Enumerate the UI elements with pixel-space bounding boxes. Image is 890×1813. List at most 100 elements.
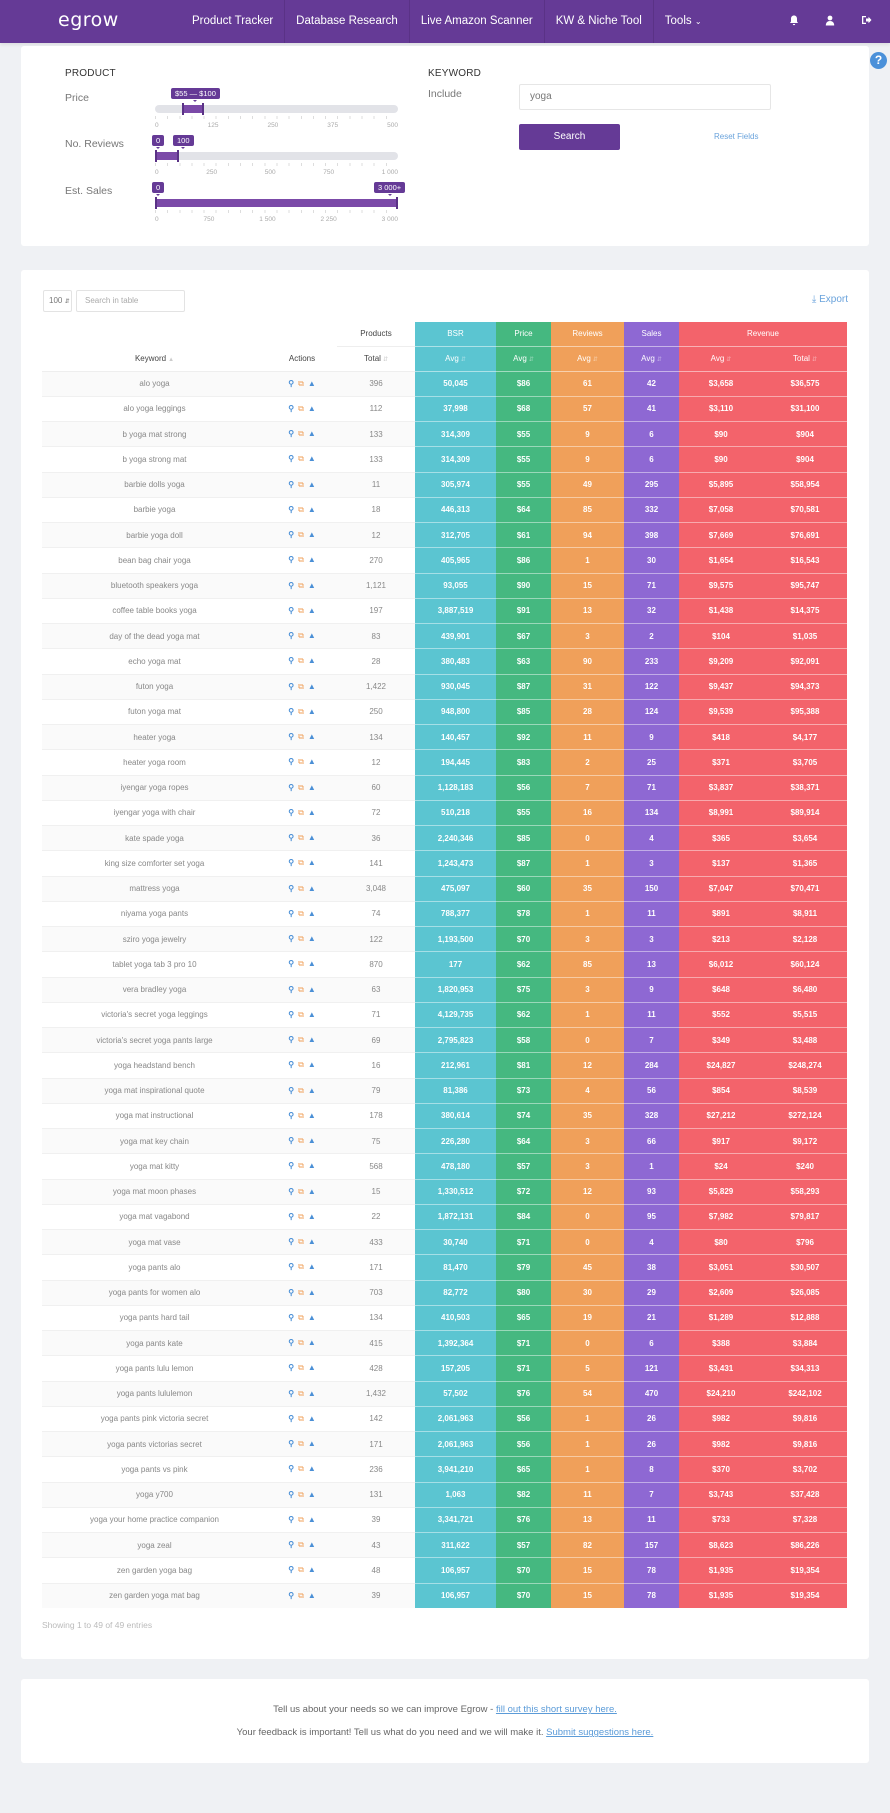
area-chart-icon[interactable]: ▲ [308,1060,316,1069]
search-amazon-icon[interactable]: ⚲ [288,1136,294,1145]
keyword-cell[interactable]: iyengar yoga ropes [42,774,267,801]
keyword-cell[interactable]: yoga mat vagabond [42,1203,267,1230]
external-link-icon[interactable]: ⧉ [298,909,304,919]
search-amazon-icon[interactable]: ⚲ [288,1591,294,1600]
keyword-cell[interactable]: heater yoga room [42,749,267,775]
help-icon[interactable]: ? [870,52,887,69]
external-link-icon[interactable]: ⧉ [298,480,304,490]
external-link-icon[interactable]: ⧉ [298,379,304,389]
external-link-icon[interactable]: ⧉ [298,1111,304,1121]
area-chart-icon[interactable]: ▲ [308,808,316,817]
search-amazon-icon[interactable]: ⚲ [288,1288,294,1297]
search-amazon-icon[interactable]: ⚲ [288,1237,294,1246]
area-chart-icon[interactable]: ▲ [308,1591,316,1600]
keyword-cell[interactable]: sziro yoga jewelry [42,925,267,952]
keyword-cell[interactable]: yoga mat moon phases [42,1178,267,1205]
area-chart-icon[interactable]: ▲ [308,732,316,741]
area-chart-icon[interactable]: ▲ [308,1086,316,1095]
revenue-total-column-header[interactable]: Total ⇵ [763,346,847,372]
nav-product-tracker[interactable]: Product Tracker [181,0,286,43]
keyword-cell[interactable]: victoria's secret yoga leggings [42,1001,267,1028]
keyword-cell[interactable]: barbie yoga doll [42,521,267,548]
area-chart-icon[interactable]: ▲ [308,858,316,867]
search-amazon-icon[interactable]: ⚲ [288,1439,294,1448]
area-chart-icon[interactable]: ▲ [308,909,316,918]
area-chart-icon[interactable]: ▲ [308,934,316,943]
external-link-icon[interactable]: ⧉ [298,656,304,666]
area-chart-icon[interactable]: ▲ [308,1515,316,1524]
area-chart-icon[interactable]: ▲ [308,1237,316,1246]
external-link-icon[interactable]: ⧉ [298,1010,304,1020]
area-chart-icon[interactable]: ▲ [308,1338,316,1347]
search-amazon-icon[interactable]: ⚲ [288,656,294,665]
area-chart-icon[interactable]: ▲ [308,555,316,564]
keyword-cell[interactable]: zen garden yoga bag [42,1557,267,1583]
keyword-cell[interactable]: alo yoga leggings [42,395,267,422]
table-search-input[interactable]: Search in table [76,290,185,312]
area-chart-icon[interactable]: ▲ [308,1035,316,1044]
search-amazon-icon[interactable]: ⚲ [288,1212,294,1221]
keyword-cell[interactable]: heater yoga [42,723,267,750]
search-amazon-icon[interactable]: ⚲ [288,454,294,463]
area-chart-icon[interactable]: ▲ [308,1565,316,1574]
external-link-icon[interactable]: ⧉ [298,1060,304,1070]
external-link-icon[interactable]: ⧉ [298,1439,304,1449]
search-amazon-icon[interactable]: ⚲ [288,808,294,817]
price-slider-range[interactable] [181,103,204,115]
area-chart-icon[interactable]: ▲ [308,884,316,893]
external-link-icon[interactable]: ⧉ [298,1389,304,1399]
keyword-cell[interactable]: yoga pants hard tail [42,1304,267,1331]
area-chart-icon[interactable]: ▲ [308,1212,316,1221]
area-chart-icon[interactable]: ▲ [308,530,316,539]
external-link-icon[interactable]: ⧉ [298,934,304,944]
external-link-icon[interactable]: ⧉ [298,833,304,843]
keyword-cell[interactable]: alo yoga [42,370,267,397]
search-amazon-icon[interactable]: ⚲ [288,1490,294,1499]
keyword-cell[interactable]: coffee table books yoga [42,597,267,624]
search-amazon-icon[interactable]: ⚲ [288,1313,294,1322]
sales-avg-column-header[interactable]: Avg ⇵ [624,346,679,372]
search-amazon-icon[interactable]: ⚲ [288,1515,294,1524]
keyword-cell[interactable]: kate spade yoga [42,824,267,851]
bsr-avg-column-header[interactable]: Avg ⇵ [415,346,496,372]
external-link-icon[interactable]: ⧉ [298,1338,304,1348]
keyword-cell[interactable]: yoga headstand bench [42,1052,267,1078]
external-link-icon[interactable]: ⧉ [298,1212,304,1222]
search-amazon-icon[interactable]: ⚲ [288,530,294,539]
area-chart-icon[interactable]: ▲ [308,480,316,489]
keyword-cell[interactable]: zen garden yoga mat bag [42,1582,267,1609]
external-link-icon[interactable]: ⧉ [298,429,304,439]
egrow-logo[interactable]: egrow [58,9,119,31]
external-link-icon[interactable]: ⧉ [298,1414,304,1424]
search-amazon-icon[interactable]: ⚲ [288,631,294,640]
area-chart-icon[interactable]: ▲ [308,1313,316,1322]
search-amazon-icon[interactable]: ⚲ [288,884,294,893]
nav-kw-niche-tool[interactable]: KW & Niche Tool [545,0,654,43]
nav-live-amazon-scanner[interactable]: Live Amazon Scanner [410,0,545,43]
external-link-icon[interactable]: ⧉ [298,783,304,793]
area-chart-icon[interactable]: ▲ [308,1414,316,1423]
keyword-cell[interactable]: yoga y700 [42,1481,267,1508]
external-link-icon[interactable]: ⧉ [298,1136,304,1146]
area-chart-icon[interactable]: ▲ [308,1288,316,1297]
keyword-cell[interactable]: yoga pants vs pink [42,1456,267,1482]
keyword-cell[interactable]: yoga pants lulu lemon [42,1355,267,1381]
external-link-icon[interactable]: ⧉ [298,1035,304,1045]
keyword-cell[interactable]: yoga pants alo [42,1254,267,1280]
keyword-cell[interactable]: yoga pants kate [42,1329,267,1356]
area-chart-icon[interactable]: ▲ [308,404,316,413]
search-amazon-icon[interactable]: ⚲ [288,379,294,388]
total-products-column-header[interactable]: Total ⇵ [337,346,415,372]
search-amazon-icon[interactable]: ⚲ [288,934,294,943]
area-chart-icon[interactable]: ▲ [308,757,316,766]
external-link-icon[interactable]: ⧉ [298,732,304,742]
nav-tools-dropdown[interactable]: Tools ⌄ [654,0,713,43]
search-amazon-icon[interactable]: ⚲ [288,783,294,792]
bell-icon[interactable] [776,15,812,29]
area-chart-icon[interactable]: ▲ [308,581,316,590]
keyword-cell[interactable]: yoga pants lululemon [42,1380,267,1407]
area-chart-icon[interactable]: ▲ [308,783,316,792]
search-amazon-icon[interactable]: ⚲ [288,1086,294,1095]
external-link-icon[interactable]: ⧉ [298,1490,304,1500]
search-amazon-icon[interactable]: ⚲ [288,707,294,716]
